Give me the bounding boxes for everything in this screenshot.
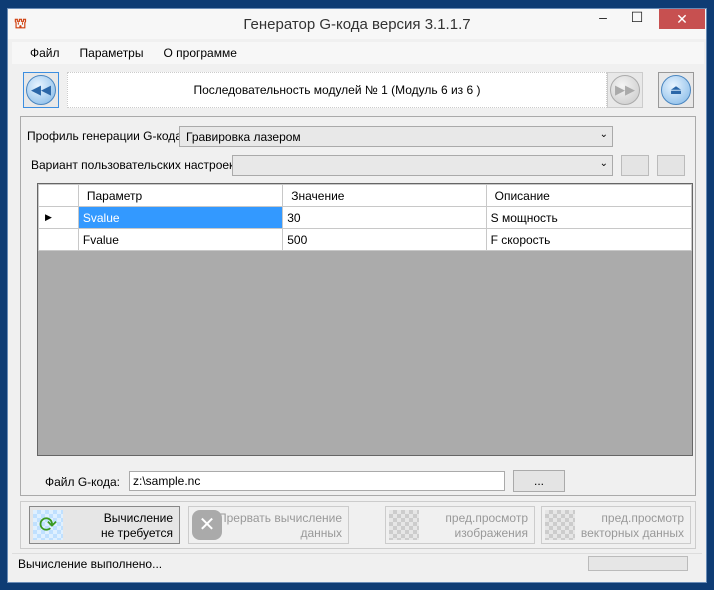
cell-desc[interactable]: S мощность	[485, 206, 693, 229]
status-text: Вычисление выполнено...	[18, 557, 163, 571]
chevron-down-icon: ⌄	[599, 129, 608, 140]
file-input[interactable]: z:\sample.nc	[129, 471, 505, 491]
variant-select[interactable]: ⌄	[232, 155, 613, 176]
profile-select[interactable]: Гравировка лазером ⌄	[179, 126, 613, 147]
minimize-button[interactable]: –	[588, 9, 618, 29]
eject-button[interactable]: ⏏	[658, 72, 694, 108]
profile-value: Гравировка лазером	[186, 130, 301, 144]
browse-button[interactable]: ...	[513, 470, 565, 492]
chevron-down-icon: ⌄	[599, 158, 608, 169]
column-parameter[interactable]: Параметр	[77, 184, 284, 207]
abort-icon: ✕	[192, 510, 222, 540]
refresh-icon: ⟳	[33, 510, 63, 540]
parameters-grid[interactable]: Параметр Значение Описание ▶ Svalue 30 S мощн…	[37, 183, 693, 456]
next-module-button[interactable]: ▶▶	[607, 72, 643, 108]
close-button[interactable]: ✕	[659, 9, 705, 29]
file-label: Файл G-кода:	[45, 475, 120, 489]
cell-param[interactable]: Svalue	[77, 206, 284, 229]
status-bar: Вычисление выполнено...	[12, 553, 702, 575]
menu-about[interactable]: О программе	[163, 46, 236, 60]
table-row[interactable]: Fvalue 500 F скорость	[38, 228, 693, 251]
fast-forward-icon: ▶▶	[610, 75, 640, 105]
variant-label: Вариант пользовательских настроек:	[31, 158, 238, 172]
image-preview-icon	[389, 510, 419, 540]
variant-save-button[interactable]	[621, 155, 649, 176]
column-value[interactable]: Значение	[282, 184, 487, 207]
row-marker-icon: ▶	[38, 206, 79, 229]
settings-group: Профиль генерации G-кода: Гравировка лаз…	[20, 116, 696, 496]
cell-desc[interactable]: F скорость	[485, 228, 693, 251]
menu-parameters[interactable]: Параметры	[80, 46, 144, 60]
column-description[interactable]: Описание	[485, 184, 693, 207]
profile-label: Профиль генерации G-кода:	[27, 129, 186, 143]
cell-param[interactable]: Fvalue	[77, 228, 284, 251]
menu-bar: Файл Параметры О программе	[12, 42, 704, 64]
eject-icon: ⏏	[661, 75, 691, 105]
abort-button[interactable]: ✕ Прервать вычисление данных	[188, 506, 349, 544]
cell-value[interactable]: 30	[282, 206, 487, 229]
prev-module-button[interactable]: ◀◀	[23, 72, 59, 108]
title-bar: ⛫ Генератор G-кода версия 3.1.1.7 – ☐ ✕	[8, 9, 706, 39]
row-header	[38, 228, 79, 251]
preview-vector-button[interactable]: пред.просмотр векторных данных	[541, 506, 691, 544]
sequence-label: Последовательность модулей № 1 (Модуль 6…	[67, 72, 607, 108]
variant-delete-button[interactable]	[657, 155, 685, 176]
row-header-corner	[38, 184, 79, 207]
table-row[interactable]: ▶ Svalue 30 S мощность	[38, 206, 693, 229]
cell-value[interactable]: 500	[282, 228, 487, 251]
main-window: ⛫ Генератор G-кода версия 3.1.1.7 – ☐ ✕ …	[7, 8, 707, 583]
grid-header: Параметр Значение Описание	[38, 184, 693, 207]
action-panel: ⟳ Вычисление не требуется ✕ Прервать вычи…	[20, 501, 696, 549]
calculate-button[interactable]: ⟳ Вычисление не требуется	[29, 506, 180, 544]
rewind-icon: ◀◀	[26, 75, 56, 105]
progress-bar	[588, 556, 688, 571]
module-nav: ◀◀ Последовательность модулей № 1 (Модул…	[8, 66, 706, 116]
vector-preview-icon	[545, 510, 575, 540]
preview-image-button[interactable]: пред.просмотр изображения	[385, 506, 535, 544]
menu-file[interactable]: Файл	[30, 46, 60, 60]
maximize-button[interactable]: ☐	[622, 9, 652, 29]
